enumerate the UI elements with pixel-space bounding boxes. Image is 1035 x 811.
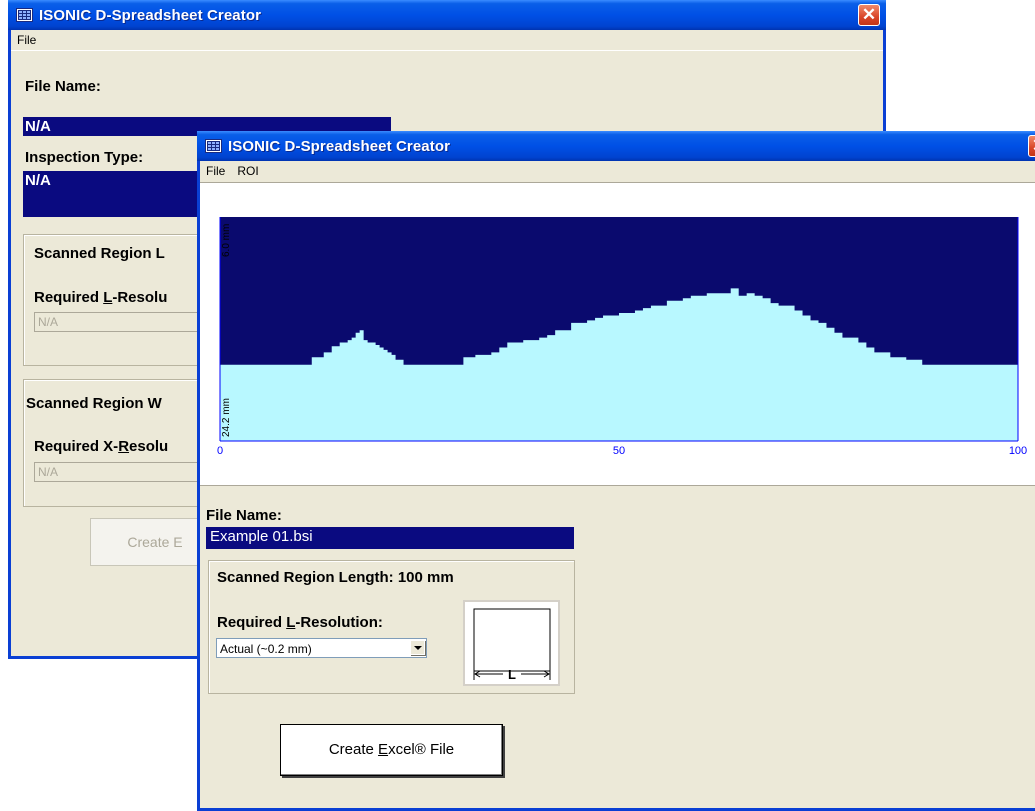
- front-window-title: ISONIC D-Spreadsheet Creator: [228, 137, 451, 155]
- close-icon[interactable]: ✕: [1028, 135, 1035, 157]
- l-resolution-label: Required L-Resolution:: [217, 614, 383, 631]
- back-menubar: File: [11, 30, 883, 51]
- menu-file[interactable]: File: [200, 164, 231, 178]
- x-resolution-select[interactable]: N/A: [34, 462, 214, 482]
- scanned-region-length-group: Scanned Region L Required L-Resolu N/A: [23, 234, 223, 366]
- x-tick-label: 100: [1009, 445, 1027, 457]
- profile-chart: 0 50 100 6.0 mm 24.2 mm: [217, 217, 1027, 457]
- scanned-region-width-title: Scanned Region W: [26, 395, 162, 412]
- scanned-region-length-title: Scanned Region L: [34, 245, 165, 262]
- chevron-down-icon[interactable]: [410, 640, 425, 655]
- profile-chart-area: 0 50 100 6.0 mm 24.2 mm: [200, 182, 1035, 486]
- file-name-value: Example 01.bsi: [206, 527, 574, 549]
- scanned-region-width-group: Scanned Region W Required X-Resolu N/A: [23, 379, 223, 507]
- menu-file[interactable]: File: [11, 33, 42, 47]
- menu-roi[interactable]: ROI: [231, 164, 264, 178]
- back-window-titlebar[interactable]: ISONIC D-Spreadsheet Creator ✕: [8, 0, 886, 30]
- front-window: ISONIC D-Spreadsheet Creator ✕ File ROI …: [197, 131, 1035, 811]
- y-label-bottom: 24.2 mm: [221, 398, 232, 437]
- scanned-region-length-title: Scanned Region Length: 100 mm: [217, 569, 454, 586]
- spreadsheet-app-icon: [16, 8, 33, 22]
- inspection-type-label: Inspection Type:: [25, 149, 144, 166]
- create-excel-button[interactable]: Create Excel® File: [280, 724, 503, 776]
- length-diagram: L: [473, 608, 551, 682]
- close-icon[interactable]: ✕: [858, 4, 880, 26]
- file-name-label: File Name:: [206, 507, 282, 524]
- length-diagram-icon: L: [463, 600, 560, 686]
- scanned-region-length-group: Scanned Region Length: 100 mm Required L…: [208, 560, 575, 694]
- file-name-label: File Name:: [25, 78, 101, 95]
- l-resolution-selected: Actual (~0.2 mm): [220, 642, 312, 656]
- spreadsheet-app-icon: [205, 139, 222, 153]
- x-tick-label: 0: [217, 445, 223, 457]
- back-window-title: ISONIC D-Spreadsheet Creator: [39, 6, 262, 24]
- x-tick-label: 50: [613, 445, 625, 457]
- l-resolution-label: Required L-Resolu: [34, 289, 168, 306]
- l-resolution-select[interactable]: N/A: [34, 312, 214, 332]
- inspection-type-value: N/A: [23, 171, 213, 217]
- front-menubar: File ROI: [200, 161, 1035, 181]
- length-dimension-label: L: [508, 667, 516, 682]
- x-resolution-label: Required X-Resolu: [34, 438, 169, 455]
- y-label-top: 6.0 mm: [221, 224, 232, 257]
- front-window-titlebar[interactable]: ISONIC D-Spreadsheet Creator ✕: [197, 131, 1035, 161]
- l-resolution-dropdown[interactable]: Actual (~0.2 mm): [216, 638, 427, 658]
